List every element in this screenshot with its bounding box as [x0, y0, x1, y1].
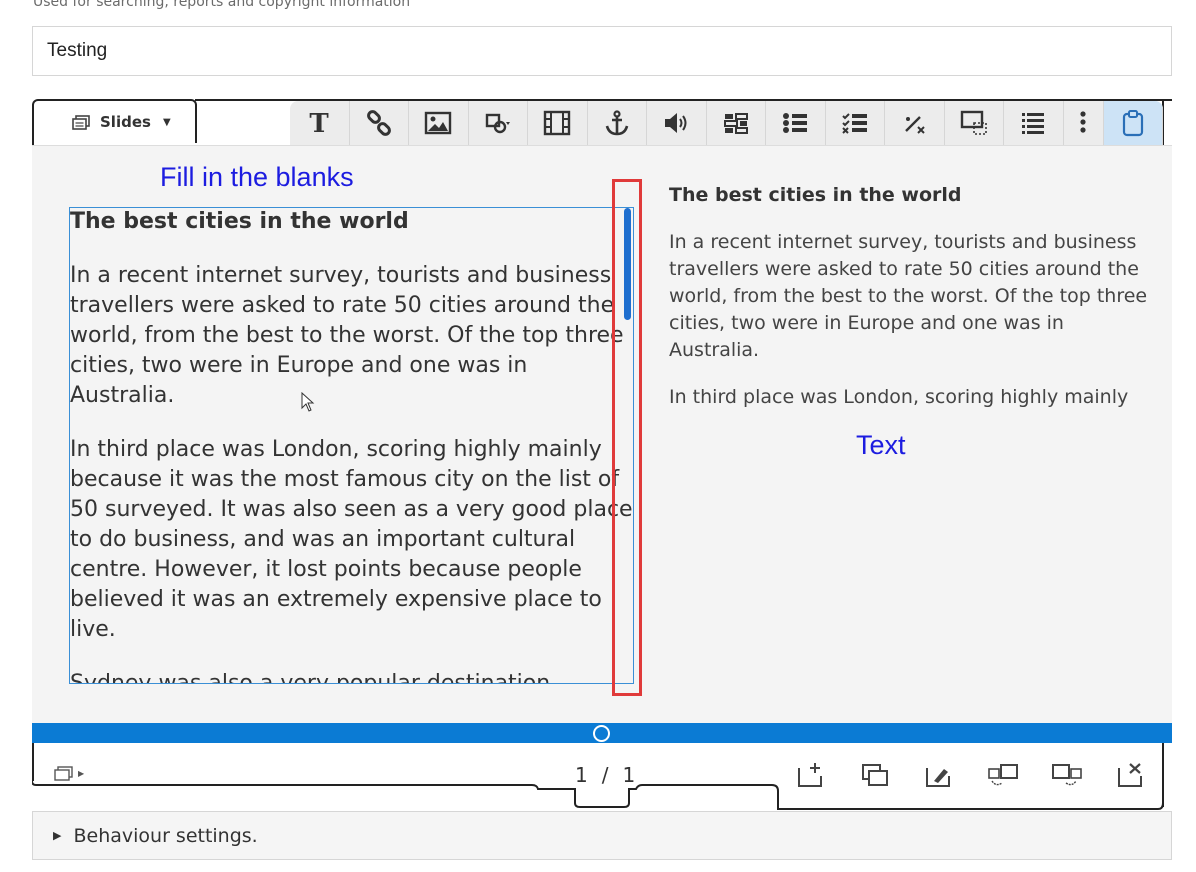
course-presentation-editor: Slides ▼ T Fill in the blanks The best c… [32, 97, 1172, 813]
total-slide-count: 1 [622, 763, 636, 787]
content-toolbar: T [290, 101, 1163, 145]
scrollbar-highlight [612, 179, 642, 696]
text-element[interactable]: The best cities in the world In a recent… [669, 182, 1149, 431]
title-helper-text: Used for searching, reports and copyrigh… [33, 0, 411, 10]
slide-navigation-bar: ▶ 1 / 1 [32, 743, 1172, 813]
mouse-pointer-icon [301, 392, 315, 412]
chevron-right-icon: ▶ [78, 768, 85, 778]
anchor-icon[interactable] [588, 101, 647, 145]
resize-handle[interactable] [593, 725, 610, 742]
slide-resize-bar[interactable] [32, 723, 1172, 743]
slide-pager: 1 / 1 [575, 763, 635, 787]
summary-icon[interactable] [1004, 101, 1064, 145]
behaviour-settings-toggle[interactable]: ▶ Behaviour settings. [32, 811, 1172, 860]
pager-separator: / [601, 763, 609, 787]
slide-list-toggle[interactable]: ▶ [54, 765, 90, 781]
fill-in-blanks-icon[interactable] [707, 101, 766, 145]
text-annotation: Text [856, 430, 906, 460]
move-slide-right-icon[interactable] [1052, 761, 1082, 789]
image-icon[interactable] [409, 101, 469, 145]
fill-blanks-paragraph: In third place was London, scoring highl… [70, 437, 633, 642]
text-paragraph: In third place was London, scoring highl… [669, 386, 1129, 408]
chevron-right-icon: ▶ [53, 829, 62, 842]
title-input[interactable]: Testing [32, 26, 1172, 76]
slide-background-icon[interactable] [924, 761, 954, 789]
slides-icon [72, 114, 90, 130]
fill-in-blanks-annotation: Fill in the blanks [160, 162, 354, 192]
svg-text:T: T [310, 109, 330, 137]
chevron-down-icon: ▼ [162, 116, 171, 128]
fill-blanks-paragraph: Sydney was also a very popular destinati… [70, 671, 558, 684]
fill-blanks-paragraph: In a recent internet survey, tourists an… [70, 263, 624, 408]
delete-slide-icon[interactable] [1116, 761, 1146, 789]
text-icon[interactable]: T [290, 101, 350, 145]
add-slide-icon[interactable] [796, 761, 826, 789]
more-icon[interactable] [1064, 101, 1104, 145]
drag-and-drop-icon[interactable] [945, 101, 1004, 145]
behaviour-settings-label: Behaviour settings. [73, 824, 258, 847]
paste-icon[interactable] [1103, 101, 1163, 145]
video-icon[interactable] [528, 101, 588, 145]
clone-slide-icon[interactable] [860, 761, 890, 789]
page-root: Used for searching, reports and copyrigh… [0, 0, 1196, 872]
text-paragraph: In a recent internet survey, tourists an… [669, 231, 1148, 361]
slides-tab[interactable]: Slides ▼ [32, 99, 197, 143]
audio-icon[interactable] [647, 101, 707, 145]
mark-words-icon[interactable] [885, 101, 945, 145]
slides-icon [54, 765, 73, 781]
slides-tab-label: Slides [100, 113, 151, 131]
link-icon[interactable] [350, 101, 409, 145]
fill-blanks-title: The best cities in the world [70, 209, 409, 234]
slide-canvas[interactable]: Fill in the blanks The best cities in th… [32, 145, 1172, 723]
slide-actions [796, 761, 1146, 789]
multi-choice-icon[interactable] [826, 101, 885, 145]
single-choice-icon[interactable] [766, 101, 826, 145]
fill-in-blanks-element[interactable]: The best cities in the world In a recent… [69, 207, 634, 684]
move-slide-left-icon[interactable] [988, 761, 1018, 789]
shapes-icon[interactable] [469, 101, 528, 145]
text-title: The best cities in the world [669, 184, 962, 206]
current-slide-number: 1 [575, 763, 588, 787]
